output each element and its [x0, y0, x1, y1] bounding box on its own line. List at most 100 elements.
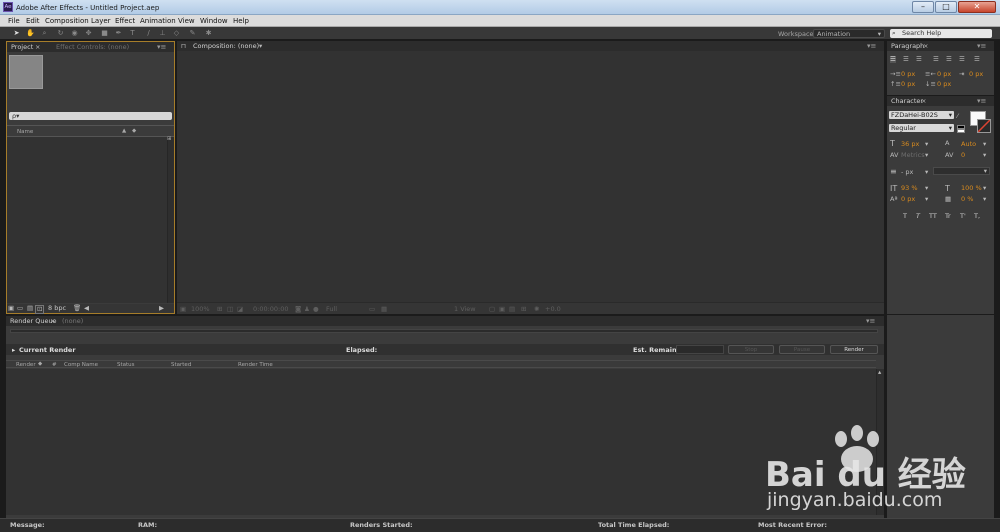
panel-menu-icon[interactable]: ▾≡: [867, 42, 876, 50]
scroll-right-icon[interactable]: ▶: [159, 305, 164, 312]
space-after-value[interactable]: 0 px: [937, 81, 951, 88]
justify-last-right-icon[interactable]: ☰: [959, 56, 965, 63]
lock-icon[interactable]: ⊓: [181, 43, 186, 50]
stroke-color-swatch[interactable]: [977, 119, 991, 133]
render-queue-scrollbar[interactable]: ▴: [876, 369, 884, 515]
tab-effect-controls[interactable]: Effect Controls: (none): [56, 44, 129, 51]
all-caps-button[interactable]: TT: [929, 213, 937, 220]
column-header-name[interactable]: Name: [17, 129, 33, 135]
eraser-tool-icon[interactable]: ◇: [172, 29, 181, 38]
set-white-swatch[interactable]: [957, 129, 965, 133]
exposure-value[interactable]: +0.0: [545, 306, 561, 313]
zoom-tool-icon[interactable]: ⌕: [40, 29, 49, 38]
exposure-icon[interactable]: ✺: [534, 306, 539, 313]
composition-viewer[interactable]: [177, 51, 884, 302]
menu-effect[interactable]: Effect: [115, 17, 135, 25]
brush-tool-icon[interactable]: /: [144, 29, 153, 38]
vertical-scale-value[interactable]: 93 %: [901, 185, 918, 192]
hand-tool-icon[interactable]: ✋: [26, 29, 35, 38]
column-number[interactable]: #: [52, 362, 57, 368]
justify-last-center-icon[interactable]: ☰: [946, 56, 952, 63]
align-right-icon[interactable]: ☰: [916, 56, 922, 63]
flowchart-icon[interactable]: ⊞: [521, 306, 526, 313]
chevron-down-icon[interactable]: ▾: [259, 43, 262, 50]
chevron-down-icon[interactable]: ▾: [983, 196, 986, 203]
scroll-left-icon[interactable]: ◀: [84, 305, 89, 312]
menu-help[interactable]: Help: [233, 17, 249, 25]
color-depth-label[interactable]: 8 bpc: [48, 305, 66, 312]
chevron-down-icon[interactable]: ▾: [925, 141, 928, 148]
column-status[interactable]: Status: [117, 362, 135, 368]
clone-stamp-tool-icon[interactable]: ⊥: [158, 29, 167, 38]
tab-project-close-icon[interactable]: ×: [35, 44, 40, 51]
menu-composition[interactable]: Composition: [45, 17, 89, 25]
safe-zones-icon[interactable]: ⊞: [217, 306, 222, 313]
stroke-width-value[interactable]: - px: [901, 169, 913, 176]
panel-menu-icon[interactable]: ▾≡: [977, 42, 986, 50]
column-render[interactable]: Render: [16, 362, 36, 368]
new-composition-icon[interactable]: ▤: [27, 305, 33, 312]
toggle-pixel-aspect-icon[interactable]: ▢: [489, 306, 495, 313]
pause-button[interactable]: Pause: [779, 345, 825, 354]
chevron-down-icon[interactable]: ▾: [925, 169, 928, 176]
column-render-time[interactable]: Render Time: [238, 362, 273, 368]
render-button[interactable]: Render: [830, 345, 878, 354]
eyedropper-icon[interactable]: ⁄: [957, 113, 958, 120]
font-size-value[interactable]: 36 px: [901, 141, 919, 148]
stop-button[interactable]: Stop: [728, 345, 774, 354]
interpret-footage-icon[interactable]: ▣: [8, 305, 14, 312]
sort-icon[interactable]: ▲: [122, 128, 126, 134]
indent-right-value[interactable]: 0 px: [937, 71, 951, 78]
leading-value[interactable]: Auto: [961, 141, 976, 148]
maximize-button[interactable]: □: [935, 1, 957, 13]
flowchart-icon[interactable]: ⊞: [167, 136, 172, 142]
rectangle-tool-icon[interactable]: ■: [100, 29, 109, 38]
search-help-input[interactable]: ⌕ Search Help: [890, 29, 992, 38]
grid-icon[interactable]: ◫: [227, 306, 233, 313]
selection-tool-icon[interactable]: ➤: [12, 29, 21, 38]
chevron-down-icon[interactable]: ▾: [925, 196, 928, 203]
label-tag-icon[interactable]: ◆: [38, 361, 42, 367]
menu-file[interactable]: File: [8, 17, 20, 25]
faux-italic-button[interactable]: T: [916, 213, 920, 220]
views-select[interactable]: 1 View: [454, 306, 476, 313]
label-tag-icon[interactable]: ◆: [132, 128, 136, 134]
tab-composition[interactable]: Composition: (none): [193, 43, 259, 50]
menu-view[interactable]: View: [178, 17, 195, 25]
align-center-icon[interactable]: ☰: [903, 56, 909, 63]
menu-edit[interactable]: Edit: [26, 17, 40, 25]
new-folder-icon[interactable]: ▭: [17, 305, 23, 312]
tracking-value[interactable]: 0: [961, 152, 965, 159]
project-scrollbar[interactable]: [167, 137, 174, 303]
snapshot-icon[interactable]: ◙: [295, 306, 301, 313]
panel-menu-icon[interactable]: ▾≡: [866, 317, 875, 325]
scroll-up-icon[interactable]: ▴: [878, 369, 881, 376]
subscript-button[interactable]: T,: [974, 213, 980, 220]
font-style-select[interactable]: Regular ▾: [889, 124, 954, 132]
menu-animation[interactable]: Animation: [140, 17, 176, 25]
menu-window[interactable]: Window: [200, 17, 228, 25]
tab-project[interactable]: Project: [11, 44, 33, 51]
roto-brush-tool-icon[interactable]: ✎: [188, 29, 197, 38]
baseline-shift-value[interactable]: 0 px: [901, 196, 915, 203]
small-caps-button[interactable]: Tr: [945, 213, 951, 220]
stroke-style-select[interactable]: ▾: [933, 167, 990, 175]
panel-menu-icon[interactable]: ▾≡: [157, 43, 166, 51]
column-comp-name[interactable]: Comp Name: [64, 362, 98, 368]
project-search-input[interactable]: ρ▾: [9, 112, 172, 120]
project-items-list[interactable]: [7, 137, 167, 303]
timeline-icon[interactable]: ▤: [509, 306, 515, 313]
pan-behind-tool-icon[interactable]: ✥: [84, 29, 93, 38]
justify-all-icon[interactable]: ☰: [974, 56, 980, 63]
tab-character[interactable]: Character: [891, 98, 923, 105]
tsume-value[interactable]: 0 %: [961, 196, 973, 203]
channel-icon[interactable]: ●: [313, 306, 319, 313]
magnification-select[interactable]: 100%: [191, 306, 210, 313]
region-of-interest-icon[interactable]: ▭: [369, 306, 375, 313]
font-family-select[interactable]: FZDaHei-B02S ▾: [889, 111, 954, 119]
tab-render-queue-close-icon[interactable]: ×: [50, 318, 55, 325]
chevron-down-icon[interactable]: ▾: [925, 185, 928, 192]
trash-icon[interactable]: 🗑: [73, 305, 81, 312]
mask-visibility-icon[interactable]: ◪: [237, 306, 243, 313]
faux-bold-button[interactable]: T: [903, 213, 907, 220]
